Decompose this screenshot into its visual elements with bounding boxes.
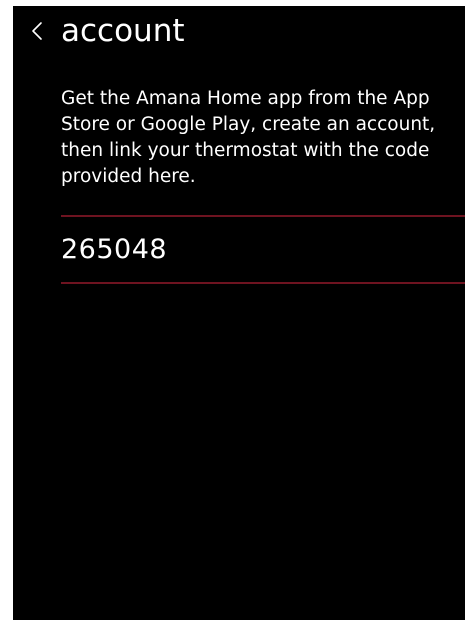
page-title: account (61, 13, 185, 49)
link-code: 265048 (61, 234, 168, 265)
chevron-left-icon (32, 22, 42, 40)
instructions-text: Get the Amana Home app from the App Stor… (61, 88, 436, 187)
thermostat-screen: account Get the Amana Home app from the … (13, 6, 465, 620)
divider-top (61, 215, 465, 217)
divider-bottom (61, 282, 465, 284)
header: account (13, 6, 465, 58)
back-button[interactable] (27, 14, 55, 48)
